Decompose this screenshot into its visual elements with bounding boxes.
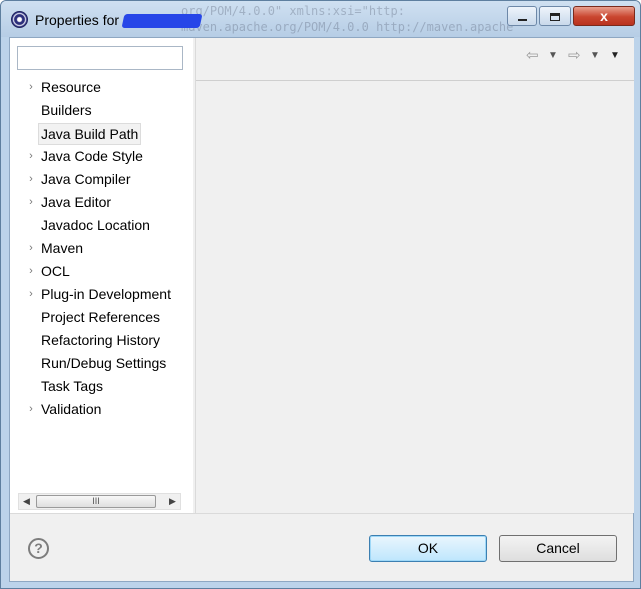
- tree-item-label: Task Tags: [41, 378, 103, 394]
- tree-item-label: Java Editor: [41, 194, 112, 210]
- window-title: Properties for: [35, 12, 203, 29]
- maximize-icon: [550, 12, 560, 21]
- chevron-right-icon[interactable]: ›: [26, 191, 36, 214]
- tree-item-label: Resource: [41, 79, 101, 95]
- tree-item-java-editor[interactable]: › Java Editor: [10, 191, 193, 214]
- scroll-right-icon[interactable]: ▶: [165, 494, 180, 509]
- tree-item-label: Validation: [41, 401, 102, 417]
- chevron-right-icon[interactable]: ›: [26, 283, 36, 306]
- navigation-pane: › Resource Builders Java Build Path › Java Co…: [10, 38, 193, 513]
- tree-item-label: Java Code Style: [41, 148, 143, 164]
- chevron-right-icon[interactable]: ›: [26, 260, 36, 283]
- properties-dialog: org/POM/4.0.0" xmlns:xsi="http: maven.ap…: [0, 0, 641, 589]
- tree-item-label: Plug-in Development: [41, 286, 171, 302]
- tree-item-ocl[interactable]: › OCL: [10, 260, 193, 283]
- back-arrow-icon[interactable]: ⇦: [526, 48, 539, 64]
- tree-item-task-tags[interactable]: Task Tags: [10, 375, 193, 398]
- tree-item-label: Refactoring History: [41, 332, 161, 348]
- tree-item-label: Project References: [41, 309, 161, 325]
- property-page-area: ⇦ ▼ ⇨ ▼ ▼: [195, 38, 634, 513]
- chevron-right-icon[interactable]: ›: [26, 76, 36, 99]
- button-bar-divider: [10, 513, 633, 514]
- tree-item-refactoring-history[interactable]: Refactoring History: [10, 329, 193, 352]
- tree-item-java-code-style[interactable]: › Java Code Style: [10, 145, 193, 168]
- background-code-line: maven.apache.org/POM/4.0.0 http://maven.…: [181, 20, 514, 34]
- cancel-button[interactable]: Cancel: [499, 535, 617, 562]
- scrollbar-thumb[interactable]: III: [36, 495, 156, 508]
- help-icon[interactable]: ?: [28, 538, 49, 559]
- dialog-client-area: › Resource Builders Java Build Path › Java Co…: [9, 37, 634, 582]
- redacted-project-name: [121, 14, 203, 29]
- tree-item-label: Maven: [41, 240, 84, 256]
- window-title-label: Properties for: [35, 12, 120, 28]
- property-page-tree: › Resource Builders Java Build Path › Java Co…: [10, 76, 193, 421]
- maximize-button[interactable]: [539, 6, 571, 26]
- tree-item-javadoc-location[interactable]: Javadoc Location: [10, 214, 193, 237]
- background-code: org/POM/4.0.0" xmlns:xsi="http: maven.ap…: [181, 3, 513, 35]
- back-history-dropdown-icon[interactable]: ▼: [548, 48, 558, 64]
- tree-item-maven[interactable]: › Maven: [10, 237, 193, 260]
- eclipse-icon: [11, 11, 28, 28]
- ok-button[interactable]: OK: [369, 535, 487, 562]
- tree-item-label: Run/Debug Settings: [41, 355, 167, 371]
- tree-item-project-references[interactable]: Project References: [10, 306, 193, 329]
- tree-item-label: OCL: [41, 263, 70, 279]
- tree-item-label: Java Compiler: [41, 171, 131, 187]
- tree-item-run-debug-settings[interactable]: Run/Debug Settings: [10, 352, 193, 375]
- title-bar[interactable]: org/POM/4.0.0" xmlns:xsi="http: maven.ap…: [1, 1, 640, 37]
- forward-history-dropdown-icon[interactable]: ▼: [590, 48, 600, 64]
- tree-item-label: Builders: [41, 102, 92, 118]
- scroll-left-icon[interactable]: ◀: [19, 494, 34, 509]
- view-menu-icon[interactable]: ▼: [610, 48, 620, 64]
- background-code-line: org/POM/4.0.0" xmlns:xsi="http:: [181, 4, 405, 18]
- tree-item-label: Javadoc Location: [41, 217, 150, 233]
- tree-item-plug-in-development[interactable]: › Plug-in Development: [10, 283, 193, 306]
- tree-item-resource[interactable]: › Resource: [10, 76, 193, 99]
- chevron-right-icon[interactable]: ›: [26, 398, 36, 421]
- minimize-button[interactable]: [507, 6, 537, 26]
- chevron-right-icon[interactable]: ›: [26, 145, 36, 168]
- tree-item-label: Java Build Path: [38, 123, 142, 145]
- chevron-right-icon[interactable]: ›: [26, 168, 36, 191]
- close-icon: x: [600, 8, 608, 24]
- close-button[interactable]: x: [573, 6, 635, 26]
- page-header-divider: [196, 80, 634, 81]
- chevron-right-icon[interactable]: ›: [26, 237, 36, 260]
- filter-input[interactable]: [17, 46, 183, 70]
- tree-item-builders[interactable]: Builders: [10, 99, 193, 122]
- horizontal-scrollbar[interactable]: ◀ III ▶: [18, 493, 181, 510]
- tree-item-validation[interactable]: › Validation: [10, 398, 193, 421]
- tree-item-java-compiler[interactable]: › Java Compiler: [10, 168, 193, 191]
- forward-arrow-icon[interactable]: ⇨: [568, 48, 581, 64]
- minimize-icon: [517, 18, 527, 21]
- tree-item-java-build-path[interactable]: Java Build Path: [10, 122, 193, 145]
